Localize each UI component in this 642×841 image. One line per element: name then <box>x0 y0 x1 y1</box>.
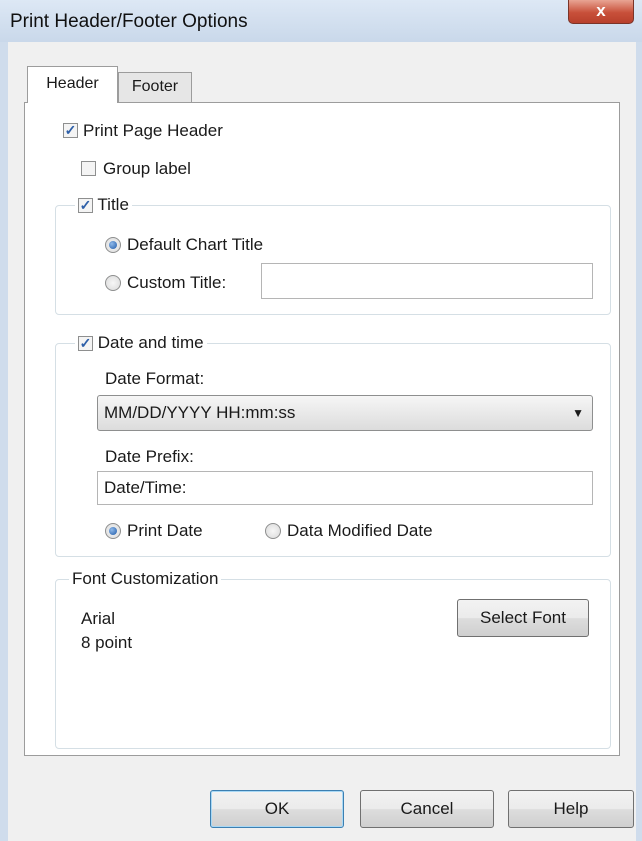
font-group-legend: Font Customization <box>69 569 222 589</box>
date-time-legend: ✓ Date and time <box>75 333 207 353</box>
date-time-checkbox[interactable]: ✓ <box>78 335 93 352</box>
font-name: Arial <box>81 609 116 628</box>
print-page-header-label: Print Page Header <box>83 121 223 140</box>
tab-footer-label: Footer <box>131 78 179 95</box>
default-title-label: Default Chart Title <box>127 235 264 254</box>
date-format-select[interactable]: MM/DD/YYYY HH:mm:ss ▼ <box>97 395 593 431</box>
group-label-label: Group label <box>103 159 191 178</box>
title-label: Title <box>97 195 129 214</box>
title-bar: Print Header/Footer Options x <box>0 0 642 42</box>
select-font-button[interactable]: Select Font <box>457 599 589 637</box>
font-size: 8 point <box>81 633 133 652</box>
chevron-down-icon: ▼ <box>572 406 584 420</box>
header-tab-panel: ✓ Print Page Header Group label ✓ Title … <box>24 102 620 756</box>
close-button[interactable]: x <box>568 0 634 24</box>
custom-title-input[interactable] <box>261 263 593 299</box>
check-icon: ✓ <box>64 122 77 138</box>
group-label-checkbox[interactable] <box>81 161 96 176</box>
date-format-value: MM/DD/YYYY HH:mm:ss <box>104 403 296 422</box>
default-title-radio[interactable] <box>105 237 121 253</box>
title-legend: ✓ Title <box>75 195 132 215</box>
custom-title-label: Custom Title: <box>127 273 227 292</box>
cancel-button[interactable]: Cancel <box>360 790 494 828</box>
ok-button[interactable]: OK <box>210 790 344 828</box>
date-prefix-input[interactable]: Date/Time: <box>97 471 593 505</box>
date-prefix-label: Date Prefix: <box>105 447 194 466</box>
check-icon: ✓ <box>79 335 92 352</box>
close-icon: x <box>596 1 606 20</box>
window-title: Print Header/Footer Options <box>10 11 248 32</box>
modified-date-radio[interactable] <box>265 523 281 539</box>
print-date-label: Print Date <box>127 521 203 540</box>
dialog-client: Header Footer ✓ Print Page Header Group … <box>8 42 636 841</box>
help-button[interactable]: Help <box>508 790 634 828</box>
modified-date-label: Data Modified Date <box>287 521 433 540</box>
tab-header-label: Header <box>46 75 99 92</box>
custom-title-radio[interactable] <box>105 275 121 291</box>
check-icon: ✓ <box>79 197 92 214</box>
date-format-label: Date Format: <box>105 369 205 388</box>
title-checkbox[interactable]: ✓ <box>78 197 93 214</box>
print-page-header-checkbox[interactable]: ✓ <box>63 123 78 138</box>
tab-header[interactable]: Header <box>27 66 118 103</box>
date-time-label: Date and time <box>97 333 204 352</box>
print-date-radio[interactable] <box>105 523 121 539</box>
tab-footer[interactable]: Footer <box>118 72 192 102</box>
